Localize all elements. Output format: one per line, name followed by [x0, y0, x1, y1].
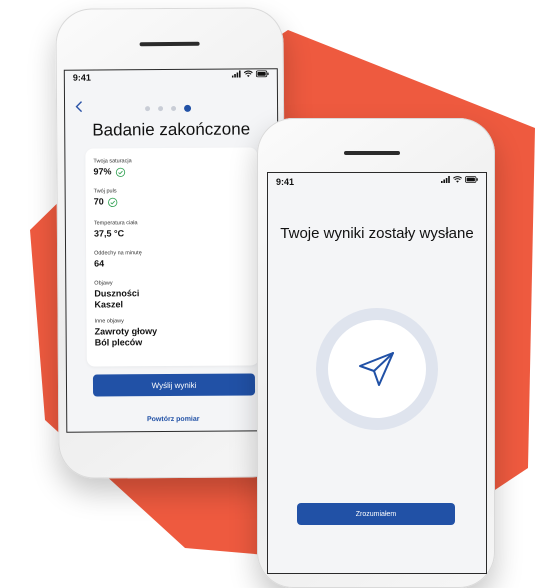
- field-temperature: Temperatura ciała 37,5 °C: [94, 220, 138, 239]
- status-time: 9:41: [276, 177, 295, 187]
- battery-icon: [255, 70, 269, 78]
- field-value: Ból pleców: [94, 337, 143, 348]
- field-other-symptoms: Inne objawy Zawroty głowy Ból pleców: [95, 318, 158, 348]
- results-card: Twoja saturacja 97% Twój puls 70 Tempera…: [85, 147, 259, 367]
- check-circle-icon: [108, 197, 118, 207]
- wifi-icon: [243, 70, 253, 78]
- wifi-icon: [453, 176, 462, 183]
- signal-icon: [231, 70, 241, 78]
- check-circle-icon: [115, 167, 126, 177]
- understood-button[interactable]: Zrozumiałem: [297, 503, 455, 525]
- field-label: Inne objawy: [94, 318, 124, 325]
- field-label: Twój puls: [93, 188, 117, 195]
- sent-illustration: [316, 308, 438, 430]
- send-results-button[interactable]: Wyślij wyniki: [92, 373, 256, 397]
- status-bar: 9:41: [65, 69, 277, 84]
- field-label: Twoja saturacja: [93, 158, 132, 165]
- phone-left-screen: 9:41 Badanie zakończone Twoja saturacja …: [63, 68, 281, 433]
- signal-icon: [441, 176, 450, 183]
- field-value: Duszności: [94, 288, 140, 299]
- step-dot: [158, 106, 164, 112]
- repeat-measurement-link[interactable]: Powtórz pomiar: [67, 415, 279, 423]
- battery-icon: [465, 176, 478, 183]
- field-breaths: Oddechy na minutę 64: [94, 250, 142, 269]
- field-value: Kaszel: [94, 299, 123, 310]
- field-value: 64: [94, 258, 105, 269]
- page-title: Badanie zakończone: [92, 119, 251, 140]
- status-time: 9:41: [72, 72, 91, 83]
- phone-speaker: [344, 151, 400, 155]
- confirmation-title: Twoje wyniki zostały wysłane: [280, 225, 474, 242]
- phone-left: 9:41 Badanie zakończone Twoja saturacja …: [55, 7, 287, 479]
- paper-plane-icon: [359, 352, 394, 386]
- field-pulse: Twój puls 70: [94, 188, 118, 207]
- phone-right-screen: 9:41 Twoje wyniki zostały wysłane Zrozum…: [267, 172, 487, 574]
- field-symptoms: Objawy Duszności Kaszel: [94, 280, 139, 310]
- step-dot: [145, 106, 151, 112]
- phone-speaker: [139, 41, 200, 47]
- field-value: 70: [93, 196, 104, 207]
- phone-right: 9:41 Twoje wyniki zostały wysłane Zrozum…: [257, 118, 495, 588]
- step-indicator: [145, 104, 192, 112]
- sent-illustration-inner: [328, 320, 426, 418]
- status-bar: 9:41: [268, 175, 486, 189]
- field-value: 97%: [93, 166, 112, 177]
- field-value: Zawroty głowy: [94, 326, 158, 337]
- field-value: 37,5 °C: [93, 228, 125, 239]
- field-label: Temperatura ciała: [93, 220, 138, 227]
- field-label: Oddechy na minutę: [94, 250, 142, 257]
- field-saturation: Twoja saturacja 97%: [93, 158, 131, 177]
- step-dot-active: [184, 104, 192, 112]
- back-button[interactable]: [75, 101, 83, 115]
- chevron-left-icon: [75, 101, 83, 113]
- step-dot: [171, 105, 177, 111]
- field-label: Objawy: [94, 280, 113, 287]
